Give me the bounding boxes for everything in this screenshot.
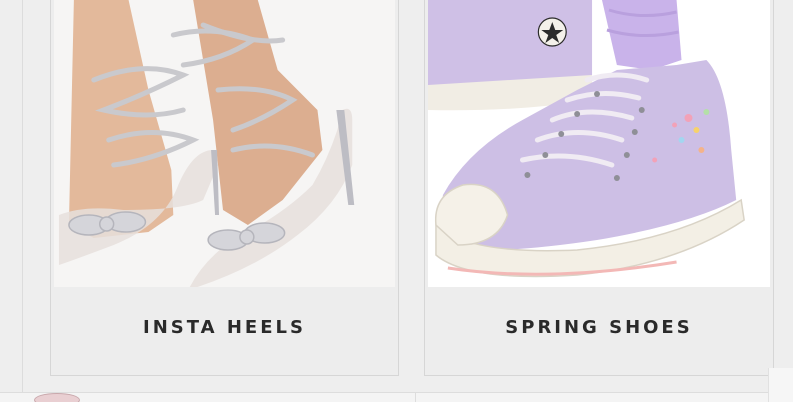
spring-shoes-label[interactable]: SPRING SHOES xyxy=(425,317,773,338)
spring-shoes-image[interactable] xyxy=(428,0,770,287)
insta-heels-label[interactable]: INSTA HEELS xyxy=(51,317,398,338)
scroll-edge xyxy=(768,368,793,402)
category-grid-page: INSTA HEELS SPRING SHOES xyxy=(0,0,793,402)
heels-illustration xyxy=(54,0,395,287)
bottom-thumbnail-icon xyxy=(34,393,80,402)
next-row-strip xyxy=(0,392,793,402)
left-rail-divider xyxy=(22,0,23,392)
category-card-insta-heels[interactable]: INSTA HEELS xyxy=(50,0,399,376)
sneakers-illustration xyxy=(428,0,770,287)
insta-heels-image[interactable] xyxy=(54,0,395,287)
category-card-spring-shoes[interactable]: SPRING SHOES xyxy=(424,0,774,376)
bottom-column-divider xyxy=(415,392,416,402)
